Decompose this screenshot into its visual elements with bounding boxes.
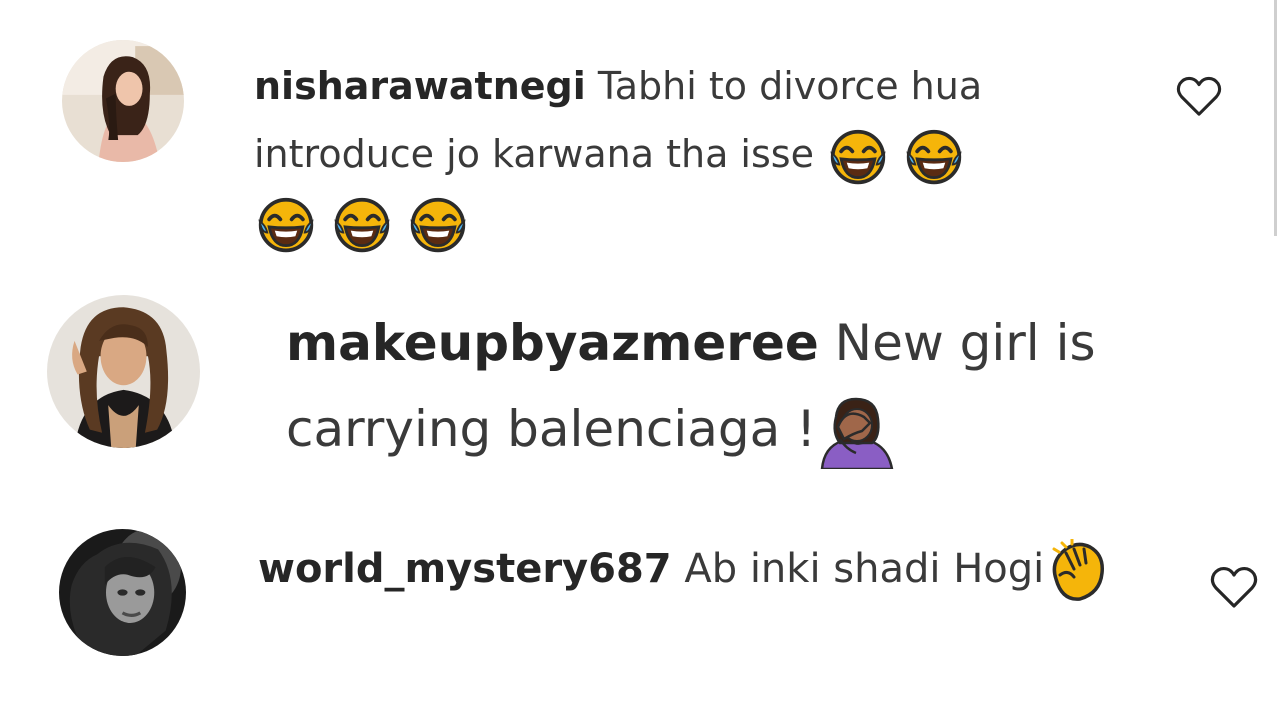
woman-facepalming-icon: [816, 397, 896, 469]
heart-icon[interactable]: [1176, 76, 1222, 118]
face-with-tears-of-joy-icon: [408, 195, 468, 255]
avatar[interactable]: [62, 40, 184, 162]
avatar[interactable]: [59, 529, 186, 656]
comment-body: Ab inki shadi Hogi: [684, 546, 1045, 592]
face-with-tears-of-joy-icon: [332, 195, 392, 255]
face-with-tears-of-joy-icon: [828, 127, 888, 187]
comment-username[interactable]: nisharawatnegi: [254, 64, 586, 108]
scrollbar-edge[interactable]: [1274, 0, 1277, 236]
comments-panel: nisharawatnegi Tabhi to divorce hua intr…: [0, 0, 1280, 720]
face-with-tears-of-joy-icon: [904, 127, 964, 187]
comment-username[interactable]: world_mystery687: [258, 546, 672, 592]
comment-text: nisharawatnegi Tabhi to divorce hua intr…: [254, 52, 1154, 256]
comment-username[interactable]: makeupbyazmeree: [286, 314, 819, 372]
comment-meta-partial: [258, 703, 288, 720]
heart-icon[interactable]: [1210, 566, 1258, 610]
comment-text: makeupbyazmeree New girl is carrying bal…: [286, 300, 1216, 472]
avatar[interactable]: [47, 295, 200, 448]
comment-text: world_mystery687 Ab inki shadi Hogi: [258, 534, 1118, 604]
face-with-tears-of-joy-icon: [256, 195, 316, 255]
clapping-hands-icon: [1044, 539, 1108, 603]
